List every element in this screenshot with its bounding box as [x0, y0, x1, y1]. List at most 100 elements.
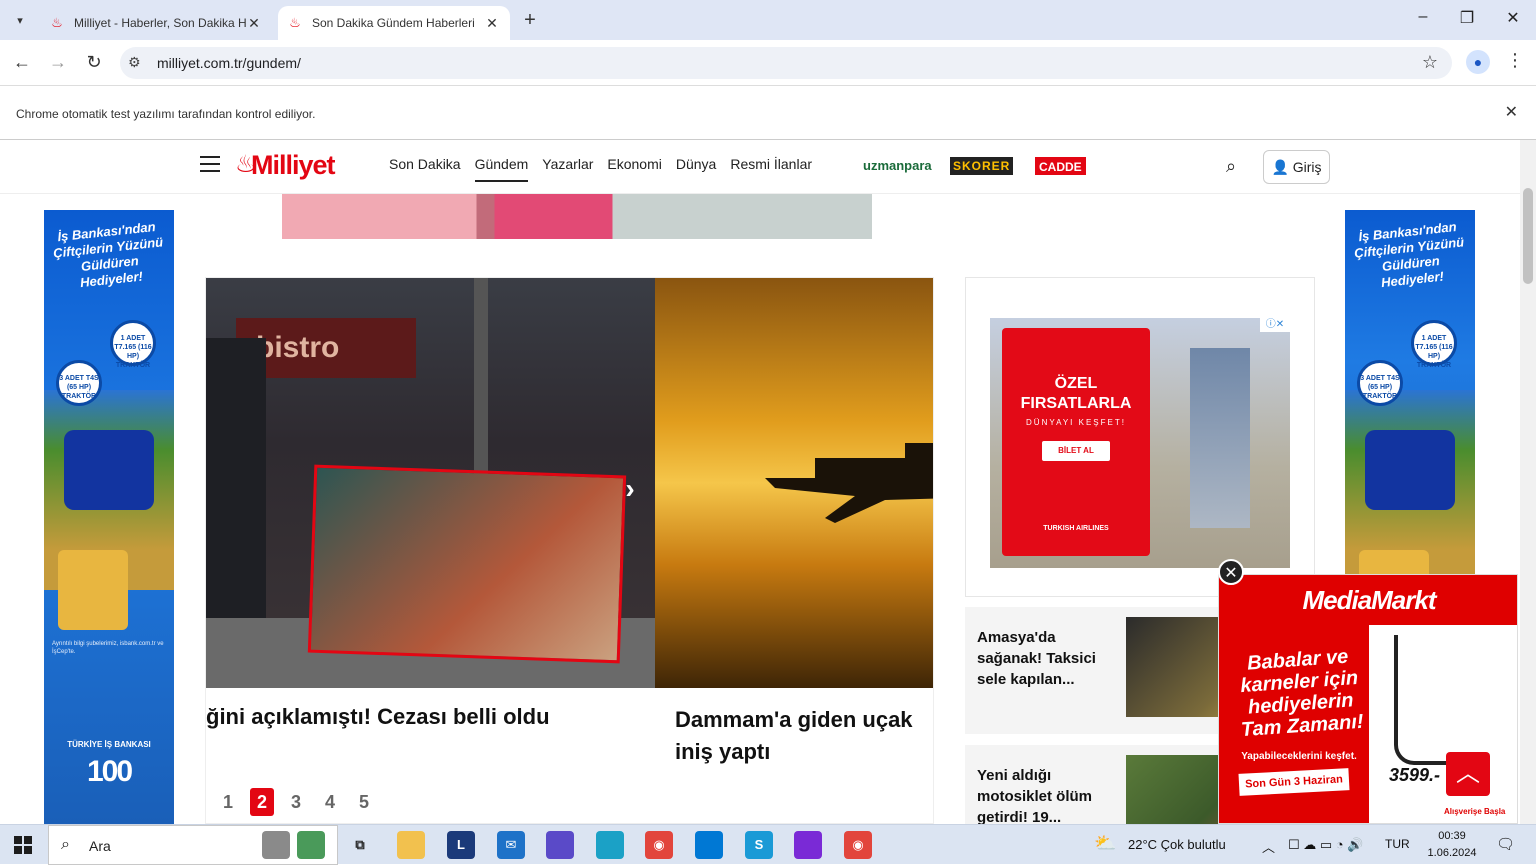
- url-text[interactable]: milliyet.com.tr/gundem/: [157, 55, 301, 71]
- right-skyscraper-ad[interactable]: İş Bankası'ndan Çiftçilerin Yüzünü Güldü…: [1345, 210, 1475, 590]
- store-icon[interactable]: [695, 831, 723, 859]
- ad-badge-2: 3 ADET T4S (65 HP) TRAKTÖR: [56, 360, 102, 406]
- tray-icons[interactable]: ☐ ☁ ▭ ◔ 🔊: [1288, 837, 1363, 853]
- highlight-inset: [307, 464, 627, 664]
- nav-dunya[interactable]: Dünya: [676, 156, 716, 182]
- ad-badge-2: 3 ADET T4S (65 HP) TRAKTÖR: [1357, 360, 1403, 406]
- page-dot[interactable]: 5: [352, 788, 376, 816]
- slide-image-cafe[interactable]: bistro: [206, 278, 655, 688]
- hamburger-menu-icon[interactable]: [200, 156, 220, 172]
- minimize-button[interactable]: –: [1408, 8, 1438, 32]
- windows-start-icon[interactable]: [14, 836, 32, 854]
- chrome-icon[interactable]: ◉: [645, 831, 673, 859]
- restore-button[interactable]: ❐: [1452, 8, 1482, 32]
- weather-text[interactable]: 22°C Çok bulutlu: [1128, 837, 1226, 852]
- infobar-close-icon[interactable]: ✕: [1505, 102, 1518, 122]
- milliyet-logo[interactable]: ♨ Milliyet: [235, 148, 336, 182]
- browser-tab-strip: ▾ ♨ Milliyet - Haberler, Son Dakika Habe…: [0, 0, 1536, 40]
- tab-title: Milliyet - Haberler, Son Dakika Haberler: [74, 16, 246, 30]
- news-slider[interactable]: bistro › ğini açıklamıştı! Cezası belli …: [205, 277, 934, 824]
- profile-avatar-icon[interactable]: ●: [1466, 50, 1490, 74]
- search-icon[interactable]: ⌕: [1226, 156, 1236, 177]
- site-header: ♨ Milliyet Son Dakika Gündem Yazarlar Ek…: [0, 140, 1520, 194]
- tractor-image: [64, 430, 154, 510]
- tab-gundem[interactable]: ♨ Son Dakika Gündem Haberleri ✕: [278, 6, 510, 40]
- anniversary-logo: 100: [86, 755, 133, 788]
- maps-app-icon[interactable]: [297, 831, 325, 859]
- copilot-icon[interactable]: [546, 831, 574, 859]
- ad-close-icon[interactable]: ✕: [1218, 559, 1244, 585]
- nav-yazarlar[interactable]: Yazarlar: [542, 156, 593, 182]
- login-label: Giriş: [1292, 159, 1322, 175]
- system-clock[interactable]: 00:39 1.06.2024: [1424, 828, 1480, 862]
- page-dot[interactable]: 1: [216, 788, 240, 816]
- task-view-icon[interactable]: ⧉: [346, 831, 374, 859]
- milliyet-favicon: ♨: [51, 15, 63, 30]
- page-dot-active[interactable]: 2: [250, 788, 274, 816]
- forward-arrow-icon[interactable]: →: [46, 51, 70, 75]
- slide-caption-2[interactable]: Dammam'a giden uçak iniş yaptı: [675, 704, 933, 768]
- slide-caption-1[interactable]: ğini açıklamıştı! Cezası belli oldu: [206, 704, 646, 730]
- file-explorer-icon[interactable]: [397, 831, 425, 859]
- nav-gundem[interactable]: Gündem: [474, 156, 529, 182]
- turkish-airlines-ad[interactable]: ÖZEL FIRSATLARLA DÜNYAYI KEŞFET! BİLET A…: [990, 318, 1290, 568]
- page-dot[interactable]: 4: [318, 788, 342, 816]
- skype-icon[interactable]: S: [745, 831, 773, 859]
- page-dot[interactable]: 3: [284, 788, 308, 816]
- slider-next-chevron-icon[interactable]: ›: [618, 474, 642, 504]
- ad-headline: İş Bankası'ndan Çiftçilerin Yüzünü Güldü…: [52, 219, 164, 291]
- taskbar-app-icon[interactable]: [262, 831, 290, 859]
- address-toolbar: ← → ↻ ⚙ milliyet.com.tr/gundem/ ☆ ● ⋮: [0, 40, 1536, 86]
- logo-text: Milliyet: [251, 149, 336, 180]
- tab-search-button[interactable]: ▾: [8, 8, 32, 32]
- infobar-message: Chrome otomatik test yazılımı tarafından…: [16, 107, 316, 121]
- skorer-logo[interactable]: SKORER: [950, 157, 1014, 175]
- nav-resmi-ilanlar[interactable]: Resmi İlanlar: [730, 156, 812, 182]
- back-arrow-icon[interactable]: ←: [10, 51, 34, 75]
- notification-icon[interactable]: 🗨: [1496, 835, 1515, 853]
- bilet-al-button[interactable]: BİLET AL: [1042, 441, 1110, 461]
- tower-image: [1190, 348, 1250, 528]
- nav-son-dakika[interactable]: Son Dakika: [389, 156, 461, 182]
- scroll-to-top-icon[interactable]: ︿: [1446, 752, 1490, 796]
- left-skyscraper-ad[interactable]: İş Bankası'ndan Çiftçilerin Yüzünü Güldü…: [44, 210, 174, 824]
- tab-close-icon[interactable]: ✕: [246, 15, 262, 32]
- intellij-icon[interactable]: [794, 831, 822, 859]
- scrollbar-thumb[interactable]: [1523, 188, 1533, 284]
- top-banner-ad[interactable]: [282, 194, 872, 239]
- news-title[interactable]: Yeni aldığı motosiklet ölüm getirdi! 19.…: [977, 765, 1117, 824]
- mediamarkt-logo: MediaMarkt: [1219, 575, 1517, 625]
- mm-price: 3599.-: [1389, 765, 1441, 785]
- site-info-icon[interactable]: ⚙: [128, 54, 141, 71]
- chrome-active-icon[interactable]: ◉: [844, 831, 872, 859]
- adchoices-icon[interactable]: ⓘ✕: [1260, 318, 1290, 332]
- edge-icon[interactable]: [596, 831, 624, 859]
- tab-close-icon[interactable]: ✕: [484, 15, 500, 32]
- thy-red-card: ÖZEL FIRSATLARLA DÜNYAYI KEŞFET! BİLET A…: [1002, 328, 1150, 556]
- weather-icon[interactable]: ⛅: [1094, 833, 1116, 854]
- l-app-icon[interactable]: L: [447, 831, 475, 859]
- mm-cta[interactable]: Alışverişe Başla: [1444, 807, 1505, 816]
- mm-sub: Yapabileceklerini keşfet.: [1241, 751, 1357, 762]
- chrome-menu-icon[interactable]: ⋮: [1506, 50, 1524, 71]
- new-tab-button[interactable]: +: [518, 9, 542, 33]
- news-title[interactable]: Amasya'da sağanak! Taksici sele kapılan.…: [977, 627, 1117, 690]
- nav-ekonomi[interactable]: Ekonomi: [607, 156, 661, 182]
- bookmark-star-icon[interactable]: ☆: [1422, 52, 1438, 73]
- login-button[interactable]: 👤 Giriş: [1263, 150, 1330, 184]
- mail-icon[interactable]: ✉: [497, 831, 525, 859]
- cadde-logo[interactable]: CADDE: [1035, 157, 1086, 175]
- ad-badge-1: 1 ADET T7.165 (116 HP) TRAKTÖR: [110, 320, 156, 369]
- automation-infobar: Chrome otomatik test yazılımı tarafından…: [0, 87, 1536, 140]
- slide-image-plane[interactable]: [655, 278, 933, 688]
- tab-milliyet-home[interactable]: ♨ Milliyet - Haberler, Son Dakika Haberl…: [40, 6, 272, 40]
- reload-icon[interactable]: ↻: [82, 51, 106, 75]
- tray-chevron-icon[interactable]: ︿: [1262, 837, 1275, 856]
- close-window-button[interactable]: ✕: [1498, 8, 1528, 32]
- uzmanpara-logo[interactable]: uzmanpara: [860, 157, 935, 175]
- omnibox[interactable]: ⚙ milliyet.com.tr/gundem/ ☆: [120, 47, 1452, 79]
- page-scrollbar[interactable]: [1520, 140, 1536, 824]
- taskbar-search[interactable]: ⌕ Ara: [48, 825, 338, 865]
- search-icon: ⌕: [61, 836, 70, 853]
- language-indicator[interactable]: TUR: [1385, 837, 1410, 851]
